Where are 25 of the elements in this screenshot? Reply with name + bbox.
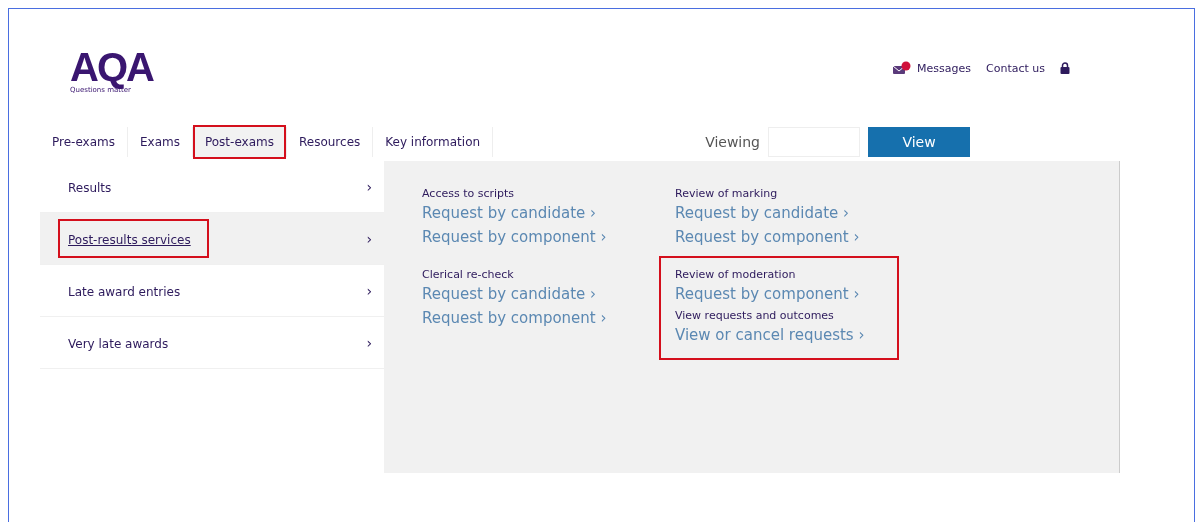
- nav-tab[interactable]: Key information: [373, 127, 493, 157]
- section-heading: Clerical re-check: [422, 268, 515, 281]
- contact-link[interactable]: Contact us: [986, 61, 1045, 75]
- section-heading: Access to scripts: [422, 187, 516, 200]
- sidebar-label: Late award entries: [68, 285, 181, 299]
- sidebar-item[interactable]: Post-results services ›: [40, 213, 384, 265]
- chevron-icon: ›: [366, 334, 372, 351]
- nav-tab[interactable]: Post-exams: [192, 127, 286, 157]
- section-heading: View requests and outcomes: [675, 309, 835, 322]
- sidebar-label: Results: [68, 181, 112, 195]
- nav-tab[interactable]: Pre-exams: [40, 127, 127, 157]
- section-heading: Review of marking: [675, 187, 779, 200]
- viewing-label: Viewing: [705, 134, 760, 150]
- lock-icon: [1060, 62, 1070, 74]
- nav-tab[interactable]: Resources: [287, 127, 373, 157]
- nav-tab[interactable]: Exams: [128, 127, 192, 157]
- messages-link[interactable]: Messages: [917, 61, 971, 75]
- view-button[interactable]: View: [868, 127, 970, 157]
- chevron-icon: ›: [366, 230, 372, 247]
- sidebar-label: Post-results services: [68, 233, 191, 247]
- section-heading: Review of moderation: [675, 268, 797, 281]
- chevron-icon: ›: [366, 178, 372, 195]
- chevron-icon: ›: [366, 282, 372, 299]
- sidebar-label: Very late awards: [68, 337, 169, 351]
- mail-badge-icon: [892, 61, 913, 75]
